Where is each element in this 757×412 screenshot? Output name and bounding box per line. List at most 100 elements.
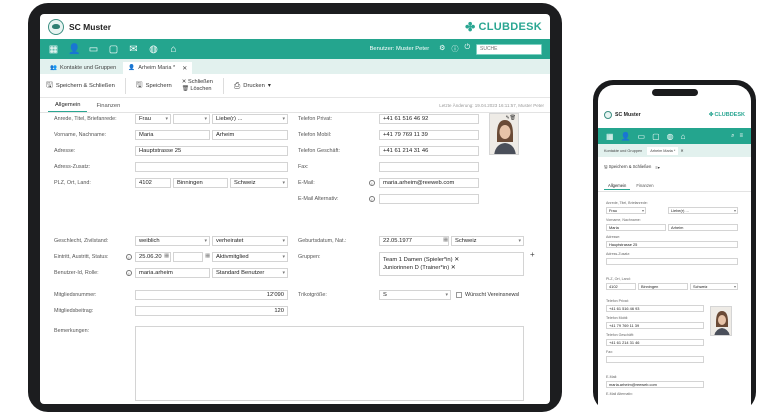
print-button[interactable]: ⎙ Drucken ▾ [234, 81, 271, 91]
zip-field[interactable]: 4102 [606, 283, 636, 290]
nationality-select[interactable]: Schweiz [451, 236, 524, 246]
city-field[interactable]: Binningen [638, 283, 688, 290]
contacts-icon[interactable]: 👤 [68, 44, 80, 55]
close-tab-icon[interactable]: ✕ [182, 65, 187, 72]
info-icon[interactable]: i [369, 196, 375, 202]
folder-icon[interactable]: ▢ [652, 132, 660, 141]
title-select[interactable] [173, 114, 210, 124]
save-button[interactable]: 🖫 Speichern [136, 79, 172, 93]
info-icon[interactable]: i [126, 270, 132, 276]
phone-business-field[interactable]: +41 61 214 31 46 [606, 339, 704, 346]
role-select[interactable]: Standard Benutzer [212, 268, 288, 278]
info-icon[interactable]: i [369, 180, 375, 186]
menu-icon[interactable]: ≡ [739, 133, 743, 140]
phone-app-header: SC Muster ✤ CLUBDESK [604, 109, 745, 121]
tab-finances[interactable]: Finanzen [89, 103, 127, 112]
more-menu-icon[interactable]: ≡▾ [655, 165, 660, 170]
name-label: Vorname, Nachname: [54, 132, 107, 138]
phone-private-field[interactable]: +41 61 516 46 93 [606, 305, 704, 312]
email-field[interactable]: maria.arheim@reeweb.com [379, 178, 479, 188]
address-extra-field[interactable] [606, 258, 738, 265]
remove-icon[interactable]: ✕ [454, 257, 459, 263]
calendar-icon[interactable]: ▦ [443, 237, 448, 243]
close-button[interactable]: ✕ Schließen [182, 79, 213, 85]
website-icon[interactable]: ◍ [667, 132, 674, 141]
phone-mobile-field[interactable]: +41 79 769 11 39 [379, 130, 479, 140]
delete-button[interactable]: 🗑 Löschen [182, 86, 213, 92]
letter-salutation-select[interactable]: Liebe(r) ... [668, 207, 738, 214]
email-alt-field[interactable] [379, 194, 479, 204]
last-name-field[interactable]: Arheim [668, 224, 738, 231]
group-chip[interactable]: Team 1 Damen (Spieler*in) ✕ [383, 257, 459, 263]
add-group-icon[interactable]: + [530, 250, 535, 259]
address-field[interactable]: Hauptstrasse 25 [606, 241, 738, 248]
remarks-textarea[interactable] [135, 326, 524, 401]
first-name-field[interactable]: Maria [606, 224, 666, 231]
tab-contacts-groups[interactable]: 👥 Kontakte und Gruppen [45, 62, 121, 74]
country-select[interactable]: Schweiz [690, 283, 738, 290]
tab-general[interactable]: Allgemein [48, 102, 88, 112]
phone-mobile-field[interactable]: +41 79 769 11 39 [606, 322, 704, 329]
user-id-field[interactable]: maria.arheim [135, 268, 210, 278]
search-input[interactable] [476, 43, 542, 55]
clubdesk-logo: ✤ CLUBDESK [709, 112, 745, 118]
phone-screen: SC Muster ✤ CLUBDESK ▦ 👤 ▭ ▢ ◍ ⌂ ⌕ ≡ Kon… [598, 85, 751, 412]
calendar-icon[interactable]: ▭ [88, 44, 99, 55]
address-field[interactable]: Hauptstrasse 25 [135, 146, 288, 156]
country-select[interactable]: Schweiz [230, 178, 288, 188]
tab-general[interactable]: Allgemein [604, 182, 631, 190]
remove-icon[interactable]: ✕ [451, 265, 456, 271]
photo-edit-icons[interactable]: ✎🗑 [505, 115, 516, 121]
birthdate-field[interactable]: 22.05.1977 [379, 236, 449, 246]
mail-icon[interactable]: ✉ [128, 44, 139, 55]
city-field[interactable]: Binningen [173, 178, 228, 188]
search-icon[interactable]: ⌕ [731, 133, 734, 140]
salutation-select[interactable]: Frau [606, 207, 646, 214]
power-icon[interactable]: ⏻ [464, 44, 470, 54]
member-no-field[interactable]: 12'090 [135, 290, 288, 300]
finance-icon[interactable]: ⌂ [168, 44, 179, 55]
fax-field[interactable] [379, 162, 479, 172]
folder-icon[interactable]: ▢ [108, 44, 119, 55]
member-fee-field[interactable]: 120 [135, 306, 288, 316]
email-field[interactable]: maria.arheim@reeweb.com [606, 381, 704, 388]
letter-salutation-select[interactable]: Liebe(r) ... [212, 114, 288, 124]
last-name-field[interactable]: Arheim [212, 130, 288, 140]
info-icon[interactable]: ⓘ [451, 44, 458, 54]
tab-contact-arheim[interactable]: 👤 Arheim Maria * ✕ [123, 62, 193, 74]
save-close-button[interactable]: 🖫 Speichern & Schließen [604, 164, 651, 171]
newsletter-checkbox[interactable] [456, 292, 462, 298]
dashboard-icon[interactable]: ▦ [606, 132, 614, 141]
website-icon[interactable]: ◍ [148, 44, 159, 55]
phone-private-field[interactable]: +41 61 516 46 92 [379, 114, 479, 124]
civil-status-select[interactable]: verheiratet [212, 236, 288, 246]
finance-icon[interactable]: ⌂ [681, 132, 686, 141]
group-chip[interactable]: Juniorinnen D (Trainer*in) ✕ [383, 265, 456, 271]
first-name-field[interactable]: Maria [135, 130, 210, 140]
zip-field[interactable]: 4102 [135, 178, 171, 188]
shirt-size-select[interactable]: S [379, 290, 451, 300]
contacts-icon[interactable]: 👤 [621, 132, 631, 141]
calendar-icon[interactable]: ▭ [638, 132, 646, 141]
tab-contact-arheim[interactable]: Arheim Maria * [647, 146, 679, 155]
tab-finances[interactable]: Finanzen [632, 182, 657, 190]
gender-select[interactable]: weiblich [135, 236, 210, 246]
tab-contacts-groups[interactable]: Kontakte und Gruppen [601, 147, 645, 155]
phone-business-label: Telefon Geschäft: [298, 148, 340, 154]
dashboard-icon[interactable]: ▦ [48, 44, 59, 55]
fax-field[interactable] [606, 356, 704, 363]
save-close-button[interactable]: 🖫 Speichern & Schließen [46, 79, 115, 93]
phone-business-field[interactable]: +41 61 214 31 46 [379, 146, 479, 156]
status-select[interactable]: Aktivmitglied [212, 252, 288, 262]
exit-date-field[interactable] [173, 252, 203, 262]
groups-field[interactable]: Team 1 Damen (Spieler*in) ✕ Juniorinnen … [379, 252, 524, 276]
settings-icon[interactable]: ⚙ [439, 44, 445, 54]
contact-photo[interactable]: ✎🗑 [489, 113, 519, 155]
calendar-icon[interactable]: ▦ [205, 253, 210, 259]
address-extra-field[interactable] [135, 162, 288, 172]
close-tab-icon[interactable]: ✕ [680, 148, 683, 153]
info-icon[interactable]: i [126, 254, 132, 260]
calendar-icon[interactable]: ▦ [164, 253, 169, 259]
contact-photo[interactable] [710, 306, 732, 336]
salutation-select[interactable]: Frau [135, 114, 171, 124]
